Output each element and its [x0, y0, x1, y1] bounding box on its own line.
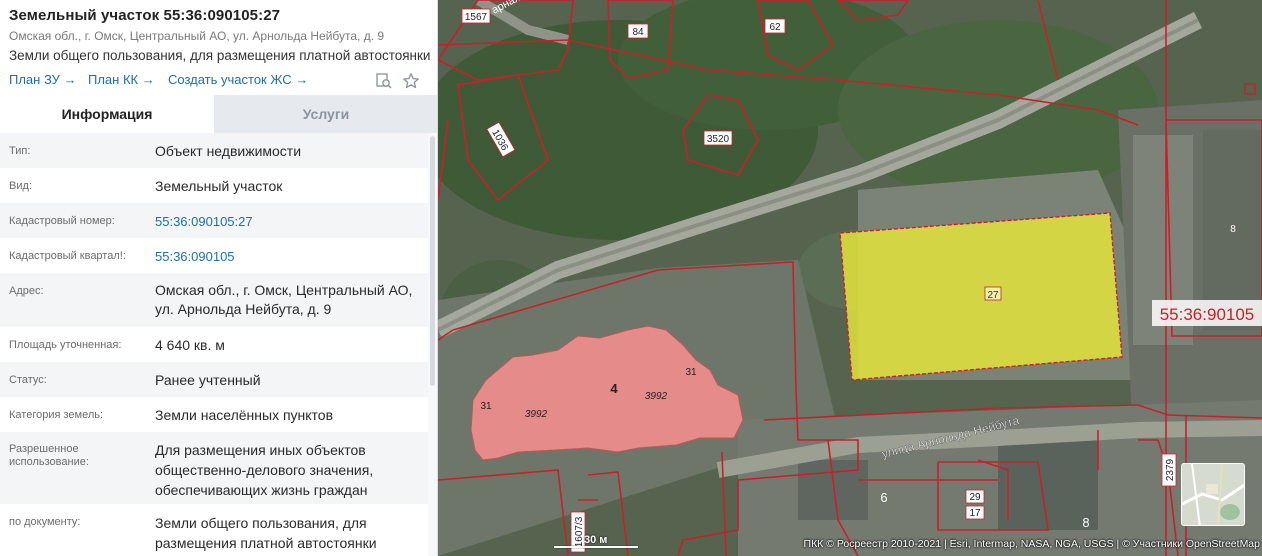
- map-canvas[interactable]: 27 55:36:90105 4 3992 3992 31 31 84 62 3…: [438, 0, 1262, 556]
- info-panel: Земельный участок 55:36:090105:27 Омская…: [0, 0, 438, 556]
- search-document-icon[interactable]: [375, 72, 393, 90]
- info-value: Для размещения иных объектов общественно…: [155, 440, 425, 500]
- info-value: Объект недвижимости: [155, 143, 302, 159]
- parcel-label: 3520: [707, 134, 730, 145]
- parcel-label: 1567: [465, 12, 488, 23]
- panel-description: Земли общего пользования, для размещения…: [9, 48, 431, 63]
- building-area-label: 3992: [525, 409, 548, 420]
- permitted-use-line: обеспечивающих жизнь граждан: [155, 482, 368, 498]
- info-value: Земли общего пользования, для размещения…: [155, 513, 425, 553]
- info-label: Статус:: [9, 374, 47, 386]
- info-row-land-category: Категория земель: Земли населённых пункт…: [0, 397, 428, 432]
- info-row-area: Площадь уточненная: 4 640 кв. м: [0, 327, 428, 362]
- info-label: Кадастровый квартал!:: [9, 250, 126, 262]
- create-plot-link[interactable]: Создать участок ЖС →: [168, 72, 308, 87]
- address-line: Омская обл., г. Омск, Центральный АО,: [155, 282, 413, 298]
- info-row-kind: Вид: Земельный участок: [0, 168, 428, 203]
- building-label: 6: [880, 490, 887, 505]
- permitted-use-line: общественно-делового значения,: [155, 462, 374, 478]
- info-label: по документу:: [9, 516, 81, 528]
- info-value: Земли населённых пунктов: [155, 407, 334, 423]
- scale-label: 30 м: [584, 534, 608, 546]
- info-label: Категория земель:: [9, 409, 104, 421]
- building-area-label: 3992: [645, 391, 668, 402]
- cadastral-map[interactable]: 27 55:36:90105 4 3992 3992 31 31 84 62 3…: [438, 0, 1262, 556]
- cadastral-quarter-link[interactable]: 55:36:090105: [155, 247, 425, 266]
- info-row-cadastral-quarter: Кадастровый квартал!: 55:36:090105: [0, 238, 428, 273]
- parcel-label: 17: [969, 508, 981, 519]
- building-number-label: 4: [610, 381, 618, 396]
- panel-scrollbar-thumb[interactable]: [430, 136, 435, 386]
- info-label: Вид:: [9, 180, 32, 192]
- info-row-by-document: по документу: Земли общего пользования, …: [0, 504, 428, 556]
- info-label: Тип:: [9, 145, 31, 157]
- plot-27-label: 27: [987, 290, 999, 301]
- building-label: 8: [1082, 515, 1089, 530]
- floors-label: 31: [685, 367, 697, 378]
- plan-kk-link[interactable]: План КК →: [88, 72, 155, 87]
- permitted-use-line: Для размещения иных объектов: [155, 442, 366, 458]
- info-label: Адрес:: [9, 285, 44, 297]
- panel-title: Земельный участок 55:36:090105:27: [9, 7, 281, 24]
- info-value: 4 640 кв. м: [155, 337, 225, 353]
- info-label-line: использование:: [9, 456, 89, 468]
- info-row-status: Статус: Ранее учтенный: [0, 362, 428, 397]
- tab-information[interactable]: Информация: [0, 95, 214, 133]
- parcel-label: 2379: [1165, 458, 1176, 481]
- info-row-permitted-use: Разрешенное использование: Для размещени…: [0, 432, 428, 504]
- tab-services[interactable]: Услуги: [214, 95, 437, 133]
- parcel-label: 8: [1230, 224, 1236, 235]
- info-row-address: Адрес: Омская обл., г. Омск, Центральный…: [0, 273, 428, 327]
- info-value: Ранее учтенный: [155, 372, 261, 388]
- minimap[interactable]: [1181, 463, 1245, 526]
- info-value: Омская обл., г. Омск, Центральный АО, ул…: [155, 281, 425, 319]
- floors-label: 31: [480, 401, 492, 412]
- minimap-icon: [1182, 464, 1244, 525]
- cadastral-number-link[interactable]: 55:36:090105:27: [155, 212, 425, 231]
- map-attribution: ПКК © Росреестр 2010-2021 | Esri, Interm…: [803, 538, 1260, 550]
- parcel-label: 84: [632, 27, 644, 38]
- document-use-line: Земли общего пользования, для: [155, 515, 367, 531]
- parcel-label: 62: [769, 22, 781, 33]
- info-label-line: Разрешенное: [9, 443, 79, 455]
- parcel-label: 29: [969, 492, 981, 503]
- address-line: ул. Арнольда Нейбута, д. 9: [155, 301, 332, 317]
- info-label: Разрешенное использование:: [9, 443, 89, 469]
- info-label: Площадь уточненная:: [9, 339, 122, 351]
- info-row-type: Тип: Объект недвижимости: [0, 133, 428, 168]
- info-table: Тип: Объект недвижимости Вид: Земельный …: [0, 133, 428, 556]
- parcel-label-rotated: 2379: [1161, 453, 1177, 487]
- info-label: Кадастровый номер:: [9, 215, 115, 227]
- info-row-cadastral-number: Кадастровый номер: 55:36:090105:27: [0, 203, 428, 238]
- document-use-line: размещения платной автостоянки: [155, 535, 377, 551]
- info-value: Земельный участок: [155, 178, 283, 194]
- quarter-label: 55:36:90105: [1160, 305, 1255, 324]
- scale-bar: [554, 546, 638, 548]
- panel-tabs: Информация Услуги: [0, 95, 437, 133]
- panel-address: Омская обл., г. Омск, Центральный АО, ул…: [9, 29, 385, 43]
- star-icon[interactable]: [402, 72, 420, 90]
- highlighted-plot-27[interactable]: [839, 212, 1123, 381]
- plan-zu-link[interactable]: План ЗУ →: [9, 72, 77, 87]
